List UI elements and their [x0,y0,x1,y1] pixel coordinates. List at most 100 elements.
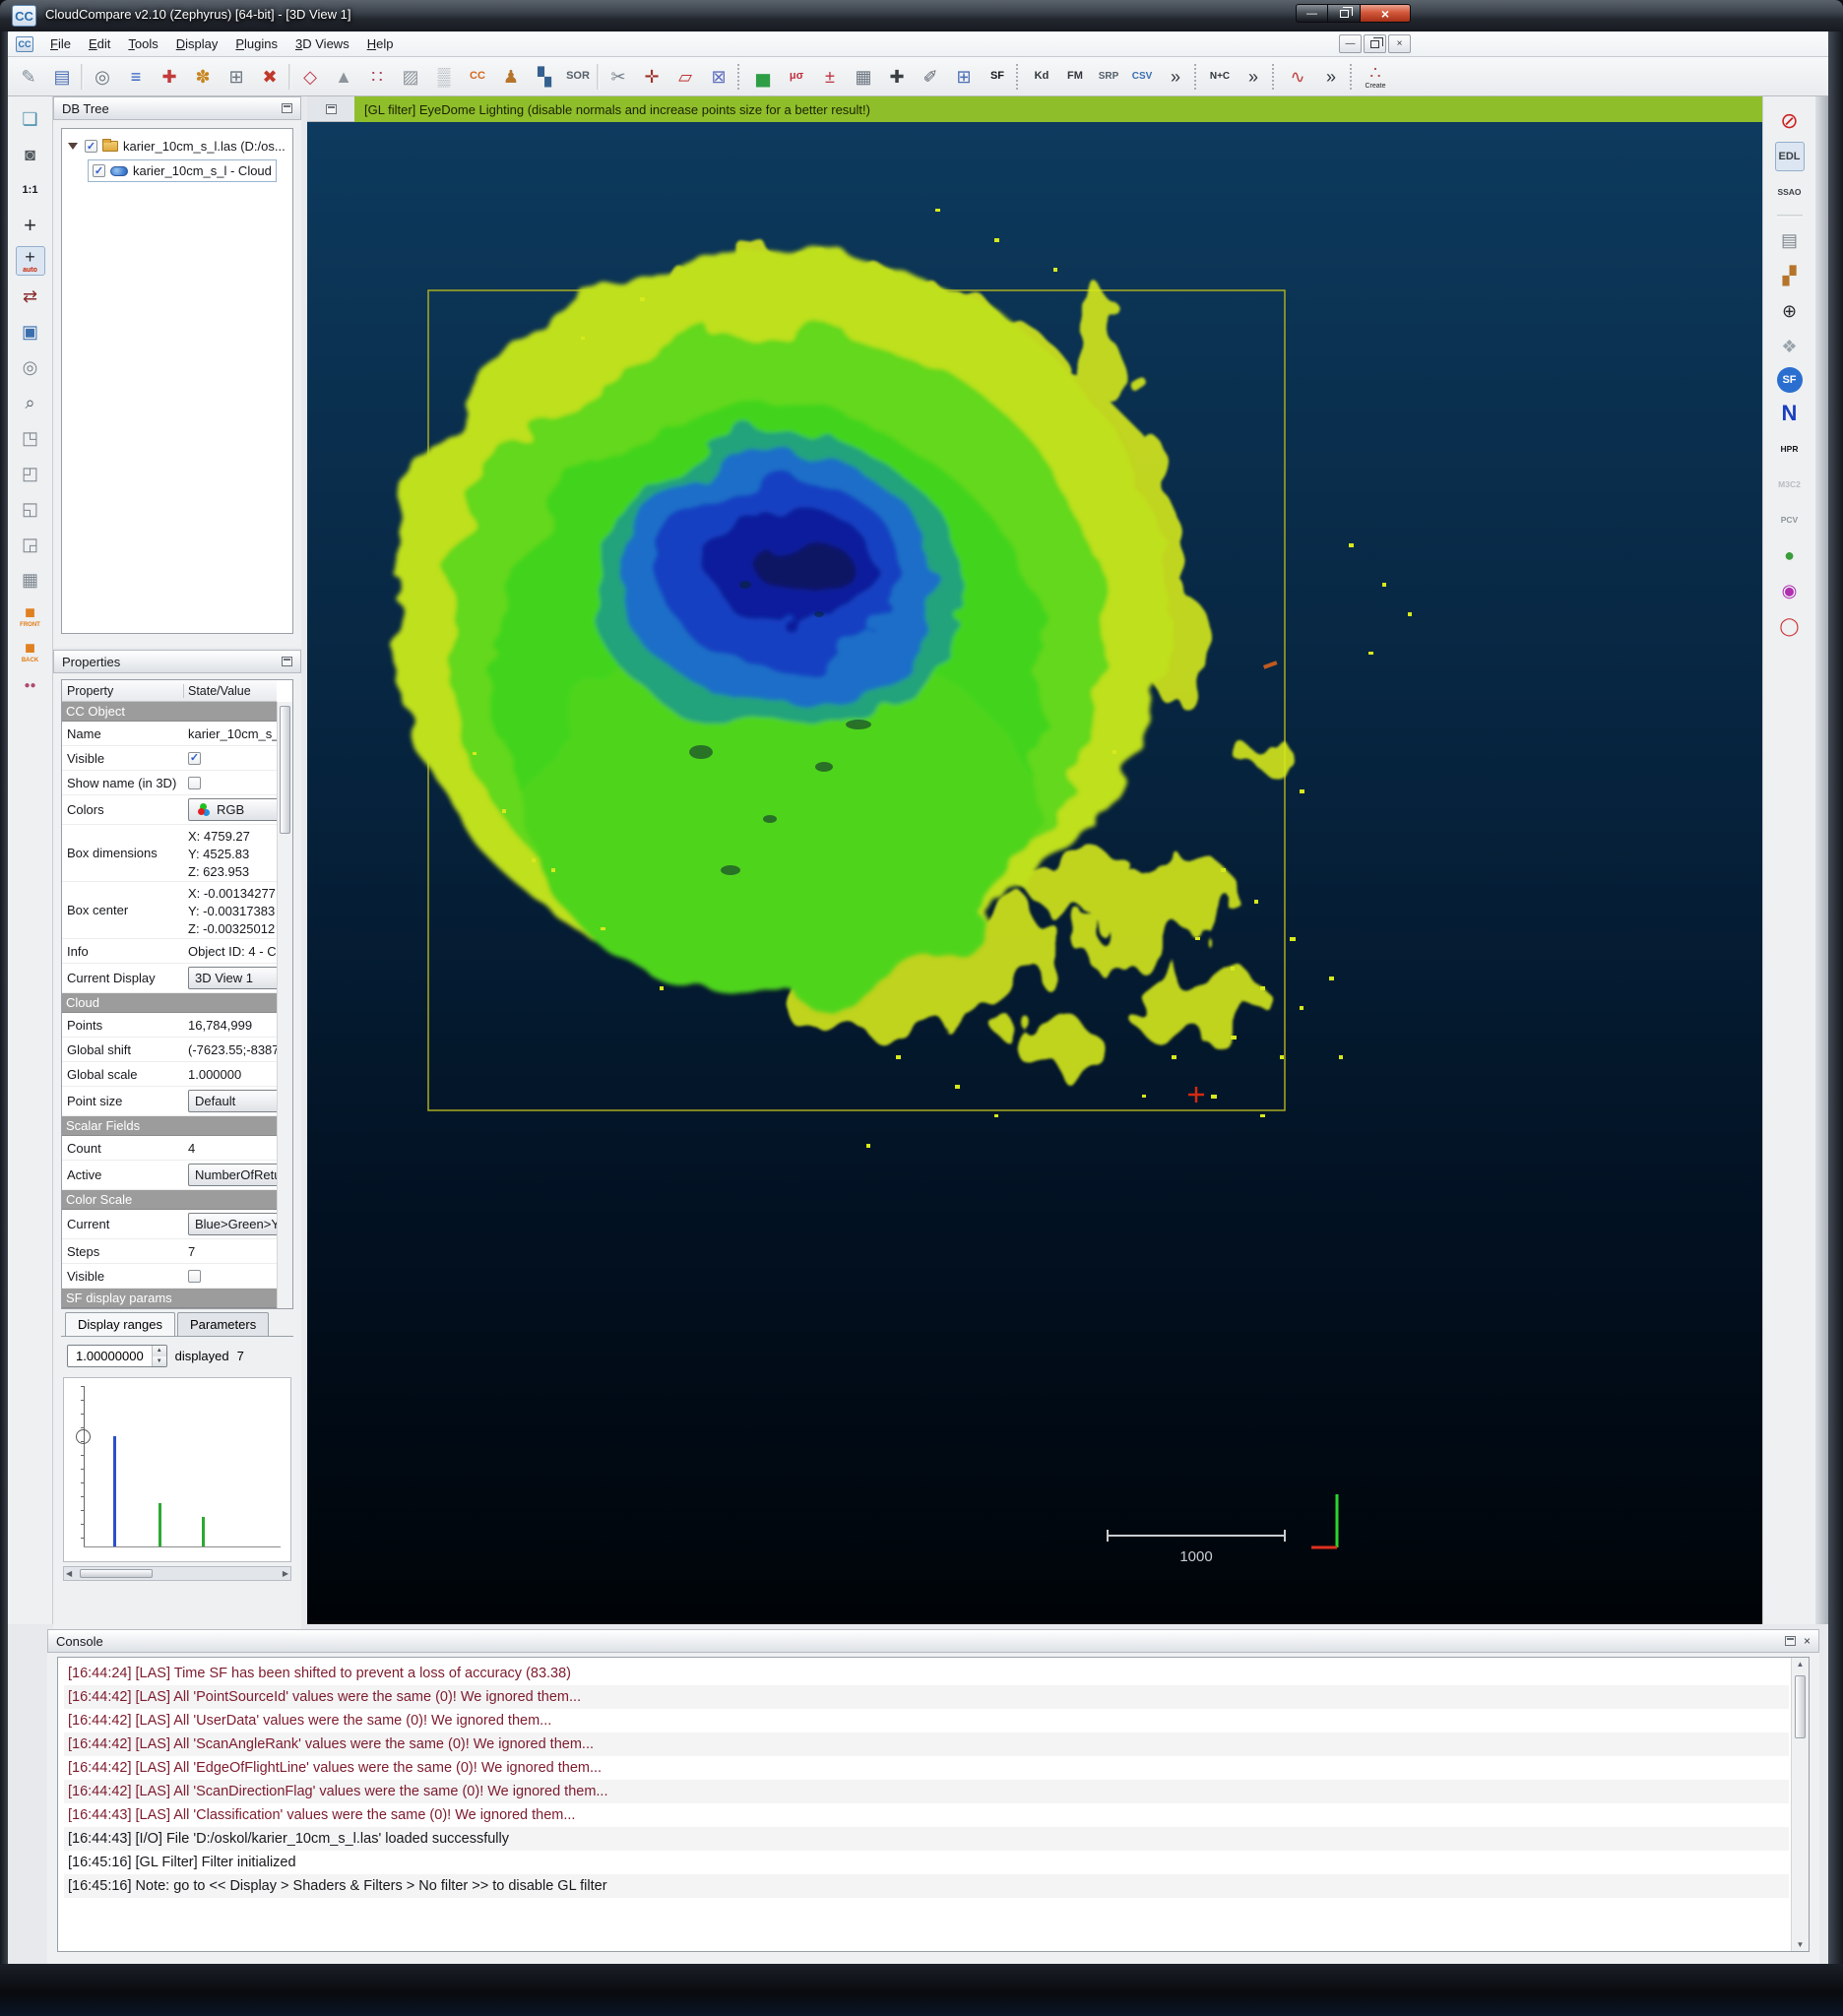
menu-item[interactable]: 3D Views [286,33,358,54]
top-view-cube-icon[interactable]: ◳ [16,423,45,453]
sor-filter-icon[interactable]: SOR [563,62,593,92]
kd-tree-icon[interactable]: Kd [1027,62,1056,92]
properties-h-scrollbar[interactable]: ◀ ▶ [63,1566,291,1581]
spline-icon[interactable]: ∿ [1283,62,1312,92]
mesh-sampling-icon[interactable]: ♟ [496,62,526,92]
separator[interactable] [597,64,600,90]
ellipse-tool-icon[interactable]: ◯ [1775,611,1805,641]
separator[interactable] [81,64,84,90]
console-log[interactable]: [16:44:24] [LAS] Time SF has been shifte… [57,1657,1810,1952]
screenshot-icon[interactable]: ◙ [16,140,45,169]
sf-interpolation-icon[interactable]: SF [1777,367,1803,393]
fm-icon[interactable]: FM [1060,62,1090,92]
subsample-icon[interactable]: ▨ [396,62,425,92]
ssao-filter-icon[interactable]: SSAO [1775,177,1805,207]
tree-item-cloud[interactable]: karier_10cm_s_l - Cloud [88,158,290,183]
normals-icon[interactable]: N [1775,399,1805,428]
edl-filter-icon[interactable]: EDL [1775,142,1805,171]
mdi-close-button[interactable]: × [1388,34,1411,53]
mdi-minimize-button[interactable]: — [1339,34,1362,53]
menu-item[interactable]: Display [167,33,227,54]
expander-icon[interactable] [68,143,78,150]
toolbar-handle[interactable] [1272,64,1279,90]
back-view-cube-icon[interactable]: ◲ [16,530,45,559]
overflow-chevron-icon[interactable]: » [1161,62,1190,92]
canupo-create-icon[interactable]: ∴Create [1361,62,1390,92]
open-file-icon[interactable]: ✎ [14,62,43,92]
facets-icon[interactable]: ● [1775,540,1805,570]
display-options-icon[interactable]: ❏ [16,104,45,134]
delete-icon[interactable]: ✖ [255,62,285,92]
stereo-dots-icon[interactable]: ●● [16,671,45,701]
bottom-view-cube-icon[interactable]: ▦ [16,565,45,595]
interactive-transform-icon[interactable]: ✛ [637,62,667,92]
console-scrollbar[interactable]: ▲ ▼ [1791,1658,1809,1951]
restore-button[interactable] [1328,4,1361,23]
paint-brush-icon[interactable]: ✐ [916,62,945,92]
zoom-fit-icon[interactable]: + [16,211,45,240]
point-picking-icon[interactable]: ▲ [329,62,358,92]
animation-icon[interactable]: ▤ [1775,225,1805,255]
front-view-cube-icon[interactable]: ◰ [16,459,45,488]
scroll-down-icon[interactable]: ▼ [1797,1940,1805,1949]
checker-compare-icon[interactable]: ▚ [530,62,559,92]
histogram-handle[interactable] [76,1429,91,1444]
m3c2-icon[interactable]: M3C2 [1775,470,1805,499]
density-icon[interactable]: ▦ [849,62,878,92]
save-icon[interactable]: ▤ [47,62,77,92]
scroll-left-icon[interactable]: ◀ [66,1569,72,1578]
undock-icon[interactable] [1785,1636,1796,1646]
scrollbar-thumb[interactable] [1795,1675,1806,1738]
hpr-icon[interactable]: HPR [1775,434,1805,464]
clone-icon[interactable]: ✽ [188,62,218,92]
toolbar-handle[interactable] [1350,64,1357,90]
point-size-dropdown[interactable]: Default [188,1090,277,1112]
zoom-1-1-icon[interactable]: 1:1 [16,175,45,205]
menu-item[interactable]: Tools [119,33,166,54]
cross-section-icon[interactable]: ▱ [670,62,700,92]
noise-filter-icon[interactable]: ▒ [429,62,459,92]
compass-icon[interactable]: ⊕ [1775,296,1805,326]
normals-compute-icon[interactable]: N+C [1205,62,1235,92]
menu-item[interactable]: Plugins [226,33,286,54]
scrollbar-thumb[interactable] [80,1569,153,1578]
trace-polyline-icon[interactable]: ◇ [295,62,325,92]
overflow-chevron-icon[interactable]: » [1239,62,1268,92]
fit-statistics-icon[interactable]: μσ [782,62,811,92]
undock-icon[interactable] [282,657,292,666]
separator[interactable] [1777,215,1803,218]
menu-item[interactable]: Help [358,33,403,54]
scroll-right-icon[interactable]: ▶ [283,1569,288,1578]
clean-broom-icon[interactable]: ▞ [1775,261,1805,290]
sf-icon[interactable]: SF [983,62,1012,92]
disable-gl-filter-icon[interactable]: ⊘ [1775,106,1805,136]
tab-display-ranges[interactable]: Display ranges [65,1312,175,1336]
active-sf-dropdown[interactable]: NumberOfRetu [188,1164,277,1186]
pcv-icon[interactable]: PCV [1775,505,1805,535]
separator[interactable] [288,64,291,90]
merge-icon[interactable]: ⊞ [222,62,251,92]
sf-histogram[interactable] [63,1377,291,1562]
mdi-restore-button[interactable] [1364,34,1386,53]
visible-checkbox[interactable] [188,752,201,765]
properties-scrollbar[interactable] [277,702,292,1308]
magnifier-icon[interactable]: ⌕ [16,388,45,417]
flip-view-icon[interactable]: ⇄ [16,282,45,311]
shield-icon[interactable]: ❖ [1775,332,1805,361]
iso-view-icon[interactable]: ▣ [16,317,45,346]
overflow-chevron-icon[interactable]: » [1316,62,1346,92]
add-constant-sf-icon[interactable]: ✚ [882,62,912,92]
toolbar-handle[interactable] [1194,64,1201,90]
toolbar-handle[interactable] [737,64,744,90]
auto-pick-center-icon[interactable]: +auto [16,246,45,276]
srp-icon[interactable]: SRP [1094,62,1123,92]
left-view-cube-icon[interactable]: ◱ [16,494,45,524]
show-name-checkbox[interactable] [188,777,201,789]
range-min-spinbox[interactable]: 1.00000000 ▲▼ [67,1345,167,1367]
segment-scissors-icon[interactable]: ✂ [604,62,633,92]
toolbar-handle[interactable] [1016,64,1023,90]
color-scale-dropdown[interactable]: Blue>Green>Y [188,1213,277,1235]
sphere-view-icon[interactable]: ◎ [16,352,45,382]
sf-calculator-icon[interactable]: ⊞ [949,62,979,92]
scrollbar-thumb[interactable] [280,706,290,834]
